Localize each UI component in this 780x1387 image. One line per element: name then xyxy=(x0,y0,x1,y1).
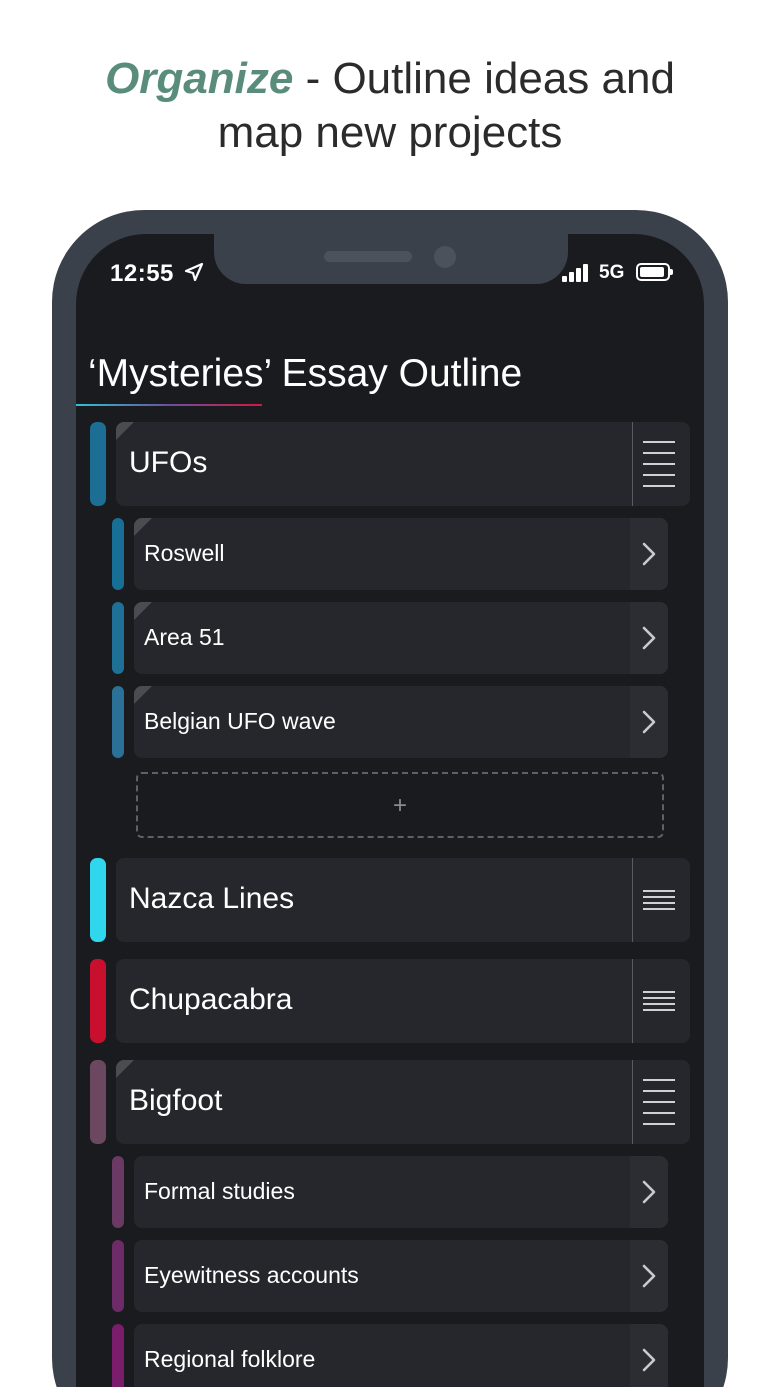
reorder-line xyxy=(643,908,675,910)
section-label: Chupacabra xyxy=(129,983,293,1016)
subitem-label: Area 51 xyxy=(144,624,225,650)
subitem-label: Eyewitness accounts xyxy=(144,1262,359,1288)
subitem-card[interactable]: Eyewitness accounts xyxy=(134,1240,668,1312)
reorder-lines xyxy=(643,441,675,487)
subitem-color-bar xyxy=(112,518,124,590)
open-detail-button[interactable] xyxy=(630,1324,668,1387)
open-detail-button[interactable] xyxy=(630,686,668,758)
reorder-line xyxy=(643,1112,675,1114)
phone-frame: 12:55 5G ‘Mysteries’ Essay Outline UFOs R… xyxy=(52,210,728,1387)
headline-accent: Organize xyxy=(105,54,294,103)
section-card[interactable]: Bigfoot xyxy=(116,1060,690,1144)
reorder-handle-icon[interactable] xyxy=(632,858,690,942)
reorder-line xyxy=(643,452,675,454)
reorder-line xyxy=(643,890,675,892)
open-detail-button[interactable] xyxy=(630,1240,668,1312)
reorder-line xyxy=(643,441,675,443)
chevron-right-icon xyxy=(642,1264,656,1288)
section-label: Bigfoot xyxy=(129,1084,223,1117)
reorder-line xyxy=(643,997,675,999)
headline-line1: - Outline ideas and xyxy=(293,54,675,103)
reorder-lines xyxy=(643,890,675,910)
reorder-line xyxy=(643,902,675,904)
section-color-bar xyxy=(90,858,106,942)
reorder-line xyxy=(643,474,675,476)
reorder-line xyxy=(643,991,675,993)
app-screen: 12:55 5G ‘Mysteries’ Essay Outline UFOs R… xyxy=(76,234,704,1387)
subitem-card[interactable]: Belgian UFO wave xyxy=(134,686,668,758)
open-detail-button[interactable] xyxy=(630,1156,668,1228)
reorder-handle-icon[interactable] xyxy=(632,959,690,1043)
subitem-card[interactable]: Roswell xyxy=(134,518,668,590)
reorder-handle-icon[interactable] xyxy=(632,1060,690,1144)
subitem-label: Belgian UFO wave xyxy=(144,708,336,734)
section-label: UFOs xyxy=(129,446,208,479)
subitem-label: Roswell xyxy=(144,540,225,566)
subitem-card[interactable]: Regional folklore xyxy=(134,1324,668,1387)
reorder-lines xyxy=(643,1079,675,1125)
reorder-line xyxy=(643,1090,675,1092)
subitem-label: Regional folklore xyxy=(144,1346,316,1372)
expand-corner-icon[interactable] xyxy=(134,602,152,620)
section-color-bar xyxy=(90,1060,106,1144)
reorder-line xyxy=(643,1101,675,1103)
chevron-right-icon xyxy=(642,1180,656,1204)
reorder-line xyxy=(643,1123,675,1125)
reorder-line xyxy=(643,1079,675,1081)
section-card[interactable]: UFOs xyxy=(116,422,690,506)
section-card[interactable]: Chupacabra xyxy=(116,959,690,1043)
chevron-right-icon xyxy=(642,1348,656,1372)
expand-corner-icon[interactable] xyxy=(134,686,152,704)
headline-line2: map new projects xyxy=(217,108,563,157)
expand-corner-icon[interactable] xyxy=(116,1060,134,1078)
subitem-color-bar xyxy=(112,1240,124,1312)
section-color-bar xyxy=(90,422,106,506)
subitem-color-bar xyxy=(112,1156,124,1228)
subitem-card[interactable]: Area 51 xyxy=(134,602,668,674)
subitem-label: Formal studies xyxy=(144,1178,295,1204)
add-subitem-button[interactable]: + xyxy=(136,772,664,838)
reorder-line xyxy=(643,1009,675,1011)
reorder-lines xyxy=(643,991,675,1011)
section-color-bar xyxy=(90,959,106,1043)
chevron-right-icon xyxy=(642,710,656,734)
reorder-line xyxy=(643,896,675,898)
marketing-headline: Organize - Outline ideas and map new pro… xyxy=(0,52,780,160)
subitem-card[interactable]: Formal studies xyxy=(134,1156,668,1228)
subitem-color-bar xyxy=(112,1324,124,1387)
chevron-right-icon xyxy=(642,626,656,650)
reorder-line xyxy=(643,463,675,465)
section-label: Nazca Lines xyxy=(129,882,295,915)
open-detail-button[interactable] xyxy=(630,518,668,590)
reorder-handle-icon[interactable] xyxy=(632,422,690,506)
subitem-color-bar xyxy=(112,686,124,758)
reorder-line xyxy=(643,1003,675,1005)
section-card[interactable]: Nazca Lines xyxy=(116,858,690,942)
expand-corner-icon[interactable] xyxy=(134,518,152,536)
outline-list: UFOs Roswell Area 51 Belgian UFO wave + Nazca… xyxy=(76,234,704,1387)
subitem-color-bar xyxy=(112,602,124,674)
chevron-right-icon xyxy=(642,542,656,566)
reorder-line xyxy=(643,485,675,487)
expand-corner-icon[interactable] xyxy=(116,422,134,440)
plus-icon: + xyxy=(392,792,407,819)
open-detail-button[interactable] xyxy=(630,602,668,674)
